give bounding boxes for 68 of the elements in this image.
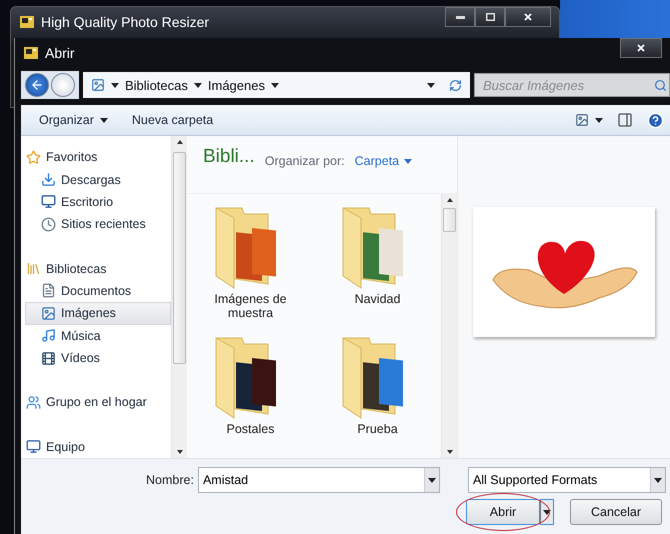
app-icon	[19, 14, 35, 30]
back-button[interactable]	[25, 73, 49, 97]
forward-arrow-icon	[57, 79, 69, 91]
refresh-icon[interactable]	[449, 78, 462, 92]
arrange-dropdown[interactable]: Carpeta	[354, 154, 412, 168]
folder-item[interactable]: Navidad	[314, 204, 441, 334]
dialog-title: Abrir	[45, 45, 75, 61]
nav-item[interactable]: Vídeos	[25, 346, 171, 370]
clock-icon	[41, 216, 56, 232]
breadcrumb[interactable]: Imágenes	[208, 78, 265, 92]
nav-item[interactable]: Escritorio	[25, 190, 171, 214]
toolbar-button[interactable]: Nueva carpeta	[132, 113, 214, 127]
search-icon	[654, 78, 667, 92]
computer-icon	[26, 439, 41, 454]
nav-item[interactable]: Documentos	[25, 280, 171, 302]
caret-icon[interactable]	[111, 82, 119, 88]
toolbar-button[interactable]: Organizar	[39, 113, 108, 127]
maximize-icon	[486, 13, 494, 21]
minimize-button[interactable]	[445, 7, 475, 27]
library-icon	[26, 261, 41, 276]
nav-item[interactable]: Favoritos	[25, 146, 171, 168]
folder-item[interactable]: Prueba	[314, 334, 441, 458]
dropdown-button[interactable]	[540, 499, 554, 525]
dropdown-icon[interactable]	[427, 82, 435, 88]
back-arrow-icon	[30, 78, 44, 92]
preview-pane-icon[interactable]	[617, 112, 633, 128]
picture-icon	[41, 306, 56, 321]
nav-item[interactable]: Sitios recientes	[25, 213, 171, 236]
breadcrumb[interactable]: Bibliotecas	[125, 78, 188, 92]
library-title: Bibli...	[203, 146, 255, 168]
close-icon	[524, 13, 532, 21]
address-bar[interactable]: Bibliotecas Imágenes	[83, 72, 470, 98]
document-icon	[41, 283, 56, 298]
close-button[interactable]	[620, 38, 662, 58]
scrollbar[interactable]	[441, 194, 457, 458]
nav-item[interactable]: Música	[25, 324, 171, 347]
picture-icon	[91, 78, 105, 92]
arrange-label: Organizar por:	[264, 154, 345, 168]
file-name-label: Nombre:	[146, 473, 194, 487]
views-button[interactable]	[575, 113, 603, 127]
caret-icon[interactable]	[194, 82, 202, 88]
close-icon	[637, 44, 645, 52]
scrollbar[interactable]	[171, 136, 187, 458]
folder-item[interactable]: Imágenes de muestra	[187, 204, 314, 334]
star-icon	[26, 150, 41, 165]
close-button[interactable]	[505, 7, 551, 27]
file-type-dropdown[interactable]: All Supported Formats	[468, 467, 666, 493]
download-icon	[41, 172, 56, 188]
folder-item[interactable]: Postales	[187, 334, 314, 458]
minimize-icon	[456, 16, 464, 18]
film-icon	[41, 350, 56, 366]
window-title: High Quality Photo Resizer	[41, 14, 210, 30]
nav-item[interactable]: Bibliotecas	[25, 257, 171, 280]
caret-icon[interactable]	[270, 82, 279, 88]
music-note-icon	[41, 328, 56, 344]
maximize-button[interactable]	[475, 7, 505, 27]
cancel-button[interactable]: Cancelar	[570, 499, 662, 525]
nav-item[interactable]: Equipo	[25, 436, 171, 458]
monitor-icon	[41, 194, 56, 210]
app-icon	[23, 45, 39, 61]
forward-button[interactable]	[51, 73, 75, 97]
nav-item[interactable]: Descargas	[25, 168, 171, 191]
file-name-field[interactable]: Amistad	[198, 467, 440, 493]
network-icon	[26, 394, 41, 410]
nav-item[interactable]: Imágenes	[25, 302, 171, 325]
help-icon[interactable]	[647, 112, 664, 128]
open-button[interactable]: Abrir	[466, 499, 540, 525]
nav-item[interactable]: Grupo en el hogar	[25, 391, 171, 414]
